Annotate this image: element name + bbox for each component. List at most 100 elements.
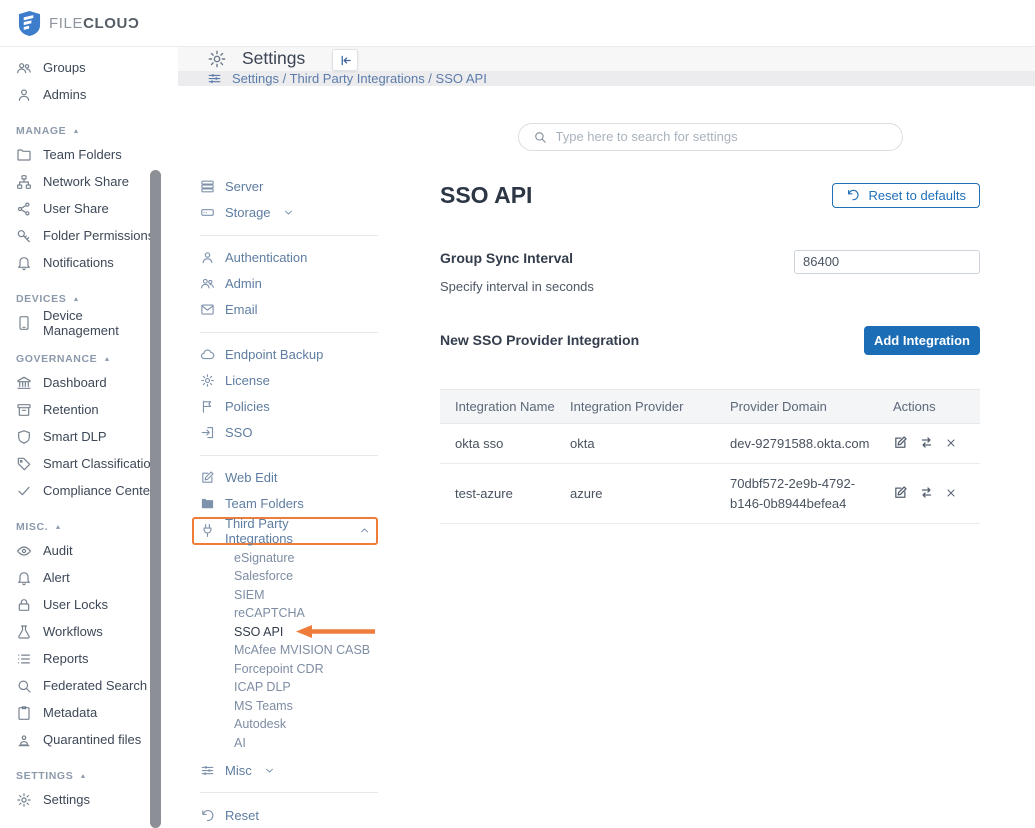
settings-nav: Server Storage Authentication Admin Email End… [200, 86, 378, 828]
settings-gear-icon [207, 49, 227, 69]
settings-nav-sub-esignature[interactable]: eSignature [234, 549, 378, 568]
policy-icon [200, 399, 215, 414]
search-input[interactable] [556, 129, 888, 144]
add-integration-button[interactable]: Add Integration [864, 326, 980, 355]
breadcrumb-path[interactable]: Settings / Third Party Integrations / SS… [232, 71, 487, 86]
settings-nav-sub-label: MS Teams [234, 699, 293, 713]
sidebar-item-label: Audit [43, 543, 73, 558]
group-sync-help: Specify interval in seconds [440, 279, 594, 294]
settings-nav-sub-label: ICAP DLP [234, 680, 291, 694]
settings-nav-label: Admin [225, 276, 262, 291]
sidebar-item-label: Network Share [43, 174, 129, 189]
folder-solid-icon [200, 496, 215, 511]
edit-action-button[interactable] [893, 435, 908, 453]
archive-icon [16, 402, 32, 418]
settings-nav-sub-sso-api[interactable]: SSO API [234, 623, 378, 642]
settings-nav-label: Server [225, 179, 263, 194]
bell-icon [16, 255, 32, 271]
sidebar-item-label: Settings [43, 792, 90, 807]
title-row: SSO API Reset to defaults [440, 182, 980, 209]
settings-nav-admin[interactable]: Admin [200, 271, 378, 297]
sidebar-scrollbar[interactable] [150, 170, 161, 828]
table-row: test-azureazure70dbf572-2e9b-4792-b146-0… [440, 464, 980, 524]
new-integration-row: New SSO Provider Integration Add Integra… [440, 326, 980, 355]
person-icon [200, 250, 215, 265]
reset-to-defaults-button[interactable]: Reset to defaults [832, 183, 980, 208]
edit-action-button[interactable] [893, 485, 908, 503]
triangle-up-icon [79, 772, 87, 780]
sidebar-item-groups[interactable]: Groups [0, 54, 178, 81]
list-icon [16, 651, 32, 667]
settings-nav-label: Endpoint Backup [225, 347, 323, 362]
collapse-sidebar-button[interactable] [332, 49, 358, 71]
sidebar-item-admins[interactable]: Admins [0, 81, 178, 108]
tags-icon [16, 456, 32, 472]
settings-search[interactable] [518, 123, 903, 151]
settings-nav-web-edit[interactable]: Web Edit [200, 465, 378, 491]
sidebar-item-label: Smart DLP [43, 429, 107, 444]
settings-nav-sub-siem[interactable]: SIEM [234, 586, 378, 605]
settings-nav-sub-recaptcha[interactable]: reCAPTCHA [234, 604, 378, 623]
settings-nav-sub-autodesk[interactable]: Autodesk [234, 715, 378, 734]
settings-nav-sub-label: AI [234, 736, 246, 750]
settings-nav-email[interactable]: Email [200, 297, 378, 323]
network-icon [16, 174, 32, 190]
clipboard-icon [16, 705, 32, 721]
group-sync-interval-input[interactable] [794, 250, 980, 274]
settings-nav-storage[interactable]: Storage [200, 200, 378, 226]
orange-arrow-icon [295, 625, 377, 638]
sidebar-item-label: User Share [43, 201, 109, 216]
settings-nav-server[interactable]: Server [200, 174, 378, 200]
column-header-integration-name: Integration Name [440, 389, 570, 423]
settings-nav-misc[interactable]: Misc [200, 757, 378, 783]
sidebar-section-manage[interactable]: MANAGE [0, 121, 178, 141]
delete-action-button[interactable] [945, 437, 957, 452]
sidebar-item-label: Smart Classification [43, 456, 158, 471]
settings-nav-sub-ai[interactable]: AI [234, 734, 378, 753]
sidebar-item-label: Federated Search [43, 678, 147, 693]
eye-icon [16, 543, 32, 559]
triangle-up-icon [103, 355, 111, 363]
people-icon [16, 60, 32, 76]
settings-nav-sub-ms-teams[interactable]: MS Teams [234, 697, 378, 716]
triangle-up-icon [72, 127, 80, 135]
settings-nav-sso[interactable]: SSO [200, 420, 378, 446]
settings-nav-third-party-integrations[interactable]: Third Party Integrations [200, 519, 370, 543]
sidebar-item-label: Alert [43, 570, 70, 585]
drive-icon [200, 205, 215, 220]
sync-action-button[interactable] [919, 485, 934, 503]
settings-nav-authentication[interactable]: Authentication [200, 245, 378, 271]
filecloud-logo[interactable]: FILECLOUƆ [18, 10, 139, 37]
device-icon [16, 315, 32, 331]
settings-nav-endpoint-backup[interactable]: Endpoint Backup [200, 342, 378, 368]
sliders-icon [207, 71, 222, 86]
settings-nav-sub-forcepoint-cdr[interactable]: Forcepoint CDR [234, 660, 378, 679]
settings-nav-policies[interactable]: Policies [200, 394, 378, 420]
sidebar-item-label: Workflows [43, 624, 103, 639]
highlight-box: Third Party Integrations [192, 517, 378, 545]
sidebar-item-label: Reports [43, 651, 89, 666]
settings-nav-sublist: eSignatureSalesforce SIEM reCAPTCHASSO API… [200, 549, 378, 753]
settings-nav-sub-mcafee-mvision-casb[interactable]: McAfee MVISION CASB [234, 641, 378, 660]
settings-nav-sub-icap-dlp[interactable]: ICAP DLP [234, 678, 378, 697]
settings-nav-license[interactable]: License [200, 368, 378, 394]
sidebar-section-label: MANAGE [16, 125, 66, 137]
settings-nav-sub-salesforce[interactable]: Salesforce [234, 567, 378, 586]
triangle-up-icon [72, 295, 80, 303]
server-icon [200, 179, 215, 194]
cell-integration-provider: okta [570, 423, 730, 464]
settings-nav-reset[interactable]: Reset [200, 802, 378, 828]
gear-icon [16, 792, 32, 808]
flask-icon [16, 624, 32, 640]
settings-nav-team-folders[interactable]: Team Folders [200, 491, 378, 517]
mail-icon [200, 302, 215, 317]
shield-icon [16, 429, 32, 445]
sidebar-item-label: Notifications [43, 255, 114, 270]
sync-action-button[interactable] [919, 435, 934, 453]
cell-provider-domain: dev-92791588.okta.com [730, 423, 893, 464]
sidebar-item-label: Team Folders [43, 147, 122, 162]
sidebar-item-team-folders[interactable]: Team Folders [0, 141, 178, 168]
settings-nav-sub-label: Autodesk [234, 717, 286, 731]
settings-nav-sub-label: SIEM [234, 588, 265, 602]
delete-action-button[interactable] [945, 487, 957, 502]
